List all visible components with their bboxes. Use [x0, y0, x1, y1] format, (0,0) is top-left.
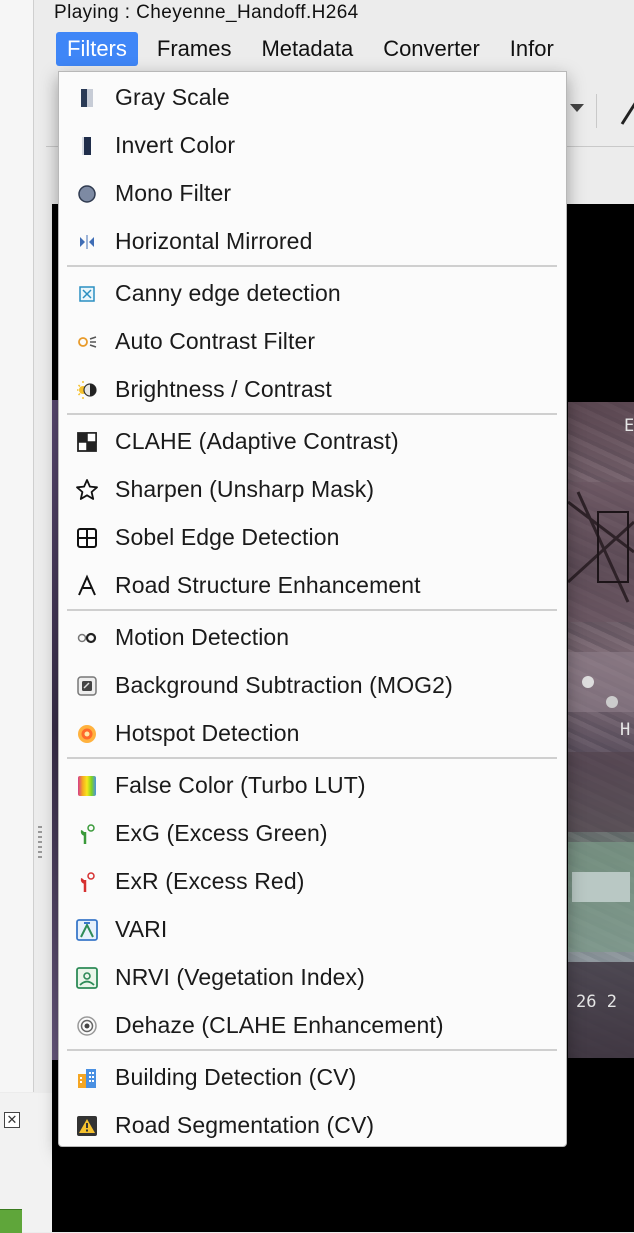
- menu-item-mono-filter[interactable]: Mono Filter: [59, 170, 566, 218]
- menu-item-motion-detection[interactable]: Motion Detection: [59, 614, 566, 662]
- background-subtraction-icon: [75, 674, 99, 698]
- vari-icon: [75, 918, 99, 942]
- menu-item-sobel[interactable]: Sobel Edge Detection: [59, 514, 566, 562]
- menu-item-gray-scale[interactable]: Gray Scale: [59, 74, 566, 122]
- menu-item-label: ExG (Excess Green): [115, 820, 328, 846]
- sobel-grid-icon: [75, 526, 99, 550]
- menu-item-road-segmentation[interactable]: Road Segmentation (CV): [59, 1102, 566, 1150]
- pen-tool-icon[interactable]: [620, 96, 634, 132]
- menu-item-label: Dehaze (CLAHE Enhancement): [115, 1012, 444, 1038]
- menu-item-false-color[interactable]: False Color (Turbo LUT): [59, 762, 566, 810]
- menu-item-label: Sharpen (Unsharp Mask): [115, 476, 375, 502]
- menu-item-label: False Color (Turbo LUT): [115, 772, 366, 798]
- menu-item-brightness-contrast[interactable]: Brightness / Contrast: [59, 366, 566, 414]
- menu-separator: [67, 413, 557, 415]
- menu-information[interactable]: Infor: [499, 32, 565, 66]
- building-icon: [75, 1066, 99, 1090]
- menu-item-background-subtraction[interactable]: Background Subtraction (MOG2): [59, 662, 566, 710]
- menu-item-excess-green[interactable]: ExG (Excess Green): [59, 810, 566, 858]
- menu-item-label: Horizontal Mirrored: [115, 228, 313, 254]
- canny-edge-icon: [75, 282, 99, 306]
- menu-item-auto-contrast[interactable]: Auto Contrast Filter: [59, 318, 566, 366]
- menu-item-label: Mono Filter: [115, 180, 232, 206]
- invert-color-icon: [75, 134, 99, 158]
- menu-separator: [67, 265, 557, 267]
- menu-separator: [67, 609, 557, 611]
- video-overlay-top: E: [624, 416, 634, 436]
- menu-item-road-structure[interactable]: Road Structure Enhancement: [59, 562, 566, 610]
- excess-green-icon: [75, 822, 99, 846]
- gray-scale-icon: [75, 86, 99, 110]
- menubar: Filters Frames Metadata Converter Infor: [56, 28, 634, 70]
- menu-converter[interactable]: Converter: [372, 32, 491, 66]
- menu-metadata[interactable]: Metadata: [250, 32, 364, 66]
- menu-item-dehaze[interactable]: Dehaze (CLAHE Enhancement): [59, 1002, 566, 1050]
- menu-item-label: VARI: [115, 916, 168, 942]
- menu-item-label: Invert Color: [115, 132, 236, 158]
- menu-item-nrvi[interactable]: NRVI (Vegetation Index): [59, 954, 566, 1002]
- warning-icon: [75, 1114, 99, 1138]
- auto-contrast-icon: [75, 330, 99, 354]
- menu-item-label: Hotspot Detection: [115, 720, 300, 746]
- menu-item-building-detection[interactable]: Building Detection (CV): [59, 1054, 566, 1102]
- horizontal-mirror-icon: [75, 230, 99, 254]
- menu-item-excess-red[interactable]: ExR (Excess Red): [59, 858, 566, 906]
- excess-red-icon: [75, 870, 99, 894]
- hotspot-icon: [75, 722, 99, 746]
- menu-item-label: ExR (Excess Red): [115, 868, 305, 894]
- menu-item-label: Auto Contrast Filter: [115, 328, 316, 354]
- menu-item-vari[interactable]: VARI: [59, 906, 566, 954]
- close-icon[interactable]: ✕: [4, 1112, 20, 1128]
- dehaze-icon: [75, 1014, 99, 1038]
- green-status-block: [0, 1209, 22, 1233]
- menu-item-label: Gray Scale: [115, 84, 230, 110]
- left-pane: [0, 0, 34, 1092]
- video-overlay-mid: H: [620, 720, 631, 740]
- toolbar-dropdown-arrow-icon[interactable]: [570, 104, 584, 112]
- menu-item-label: NRVI (Vegetation Index): [115, 964, 365, 990]
- menu-item-label: Brightness / Contrast: [115, 376, 332, 402]
- menu-item-hotspot-detection[interactable]: Hotspot Detection: [59, 710, 566, 758]
- menu-item-label: Road Structure Enhancement: [115, 572, 421, 598]
- window-title: Playing : Cheyenne_Handoff.H264: [54, 2, 359, 23]
- menu-item-sharpen[interactable]: Sharpen (Unsharp Mask): [59, 466, 566, 514]
- nrvi-icon: [75, 966, 99, 990]
- menu-item-label: Background Subtraction (MOG2): [115, 672, 453, 698]
- toolbar-separator: [596, 94, 597, 128]
- road-a-icon: [75, 574, 99, 598]
- menu-filters[interactable]: Filters: [56, 32, 138, 66]
- menu-item-label: Sobel Edge Detection: [115, 524, 340, 550]
- motion-detection-icon: [75, 626, 99, 650]
- star-icon: [75, 478, 99, 502]
- menu-item-label: CLAHE (Adaptive Contrast): [115, 428, 399, 454]
- video-overlay-timestamp: 26 2: [576, 992, 617, 1012]
- clahe-icon: [75, 430, 99, 454]
- menu-separator: [67, 1049, 557, 1051]
- false-color-icon: [75, 774, 99, 798]
- menu-item-label: Canny edge detection: [115, 280, 341, 306]
- menu-item-invert-color[interactable]: Invert Color: [59, 122, 566, 170]
- splitter-handle[interactable]: [38, 826, 42, 860]
- menu-frames[interactable]: Frames: [146, 32, 243, 66]
- menu-separator: [67, 757, 557, 759]
- menu-item-label: Motion Detection: [115, 624, 290, 650]
- filters-dropdown-menu: Gray Scale Invert Color Mono Filter Hori…: [58, 71, 567, 1147]
- mono-filter-icon: [75, 182, 99, 206]
- brightness-contrast-icon: [75, 378, 99, 402]
- menu-item-canny-edge[interactable]: Canny edge detection: [59, 270, 566, 318]
- menu-item-horizontal-mirrored[interactable]: Horizontal Mirrored: [59, 218, 566, 266]
- menu-item-label: Building Detection (CV): [115, 1064, 357, 1090]
- menu-item-clahe[interactable]: CLAHE (Adaptive Contrast): [59, 418, 566, 466]
- menu-item-label: Road Segmentation (CV): [115, 1112, 375, 1138]
